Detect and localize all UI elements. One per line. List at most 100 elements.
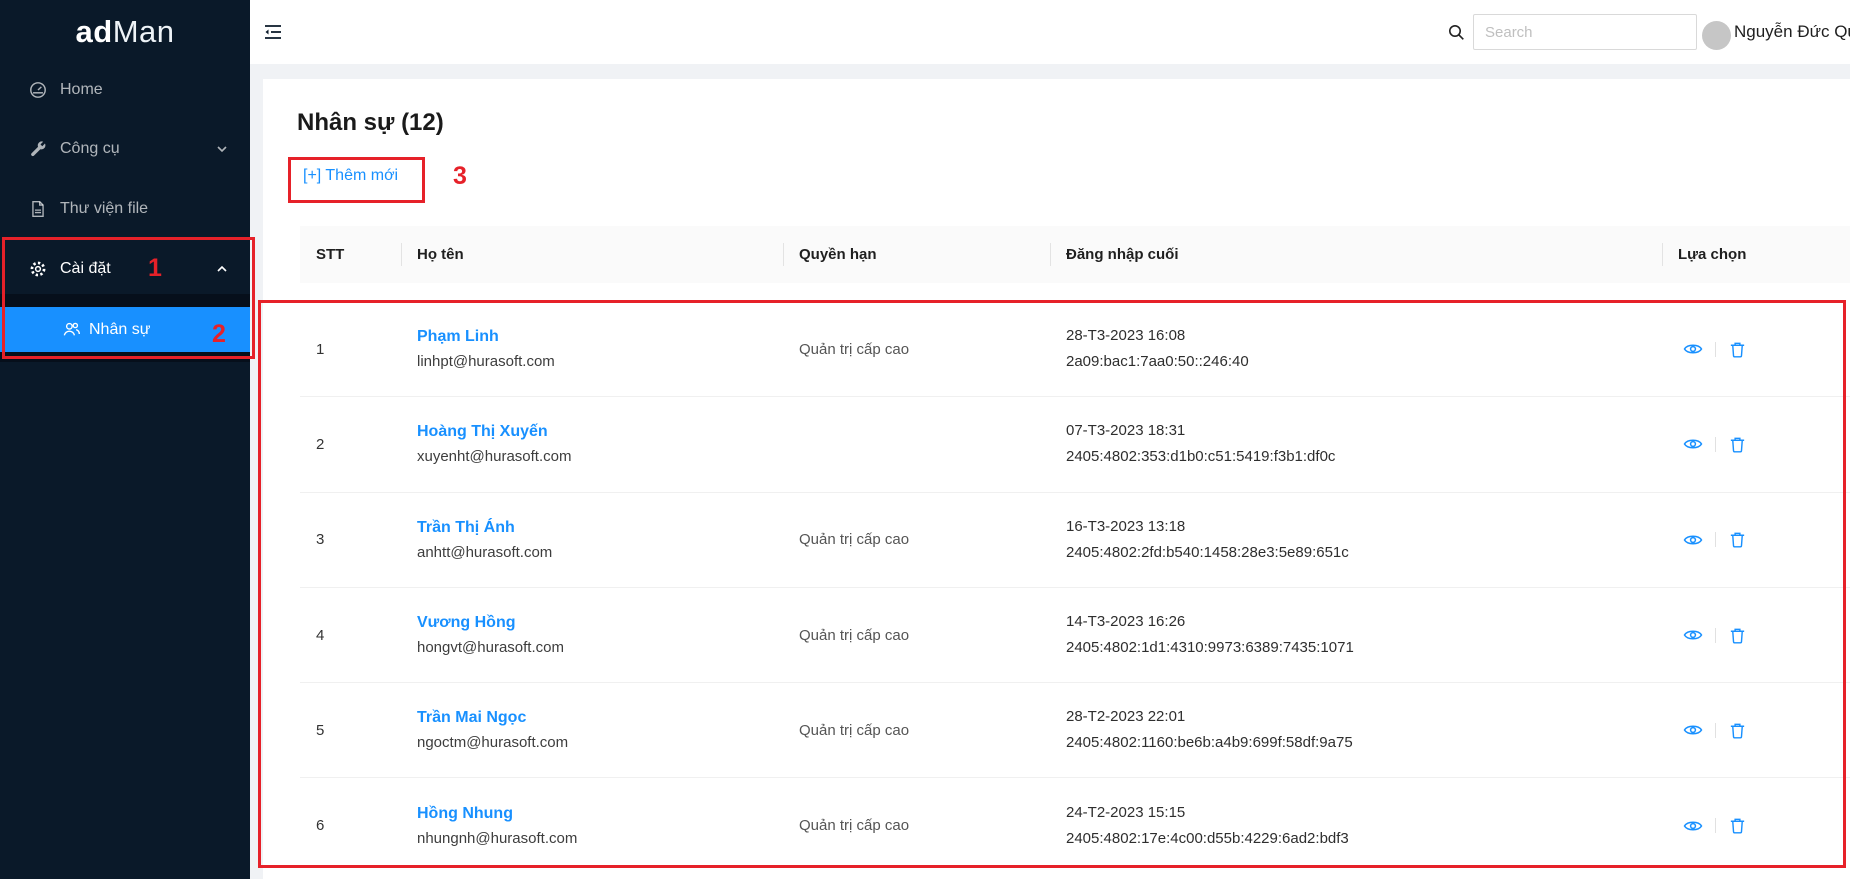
table-row: 1 Phạm Linh linhpt@hurasoft.com Quản trị…: [300, 302, 1850, 397]
settings-submenu: Nhân sự: [0, 294, 250, 362]
cell-stt: 6: [300, 817, 401, 834]
cell-actions: [1662, 816, 1850, 836]
column-header-role: Quyền hạn: [783, 226, 1050, 283]
last-login-time: 16-T3-2023 13:18: [1066, 514, 1662, 540]
person-email: anhtt@hurasoft.com: [417, 544, 783, 561]
cell-last-login: 07-T3-2023 18:31 2405:4802:353:d1b0:c51:…: [1050, 418, 1662, 470]
cell-actions: [1662, 625, 1850, 645]
eye-icon: [1683, 816, 1703, 836]
action-divider: [1715, 342, 1716, 357]
trash-icon: [1728, 340, 1747, 359]
cell-actions: [1662, 720, 1850, 740]
action-divider: [1715, 532, 1716, 547]
trash-icon: [1728, 721, 1747, 740]
sidebar-item-tools[interactable]: Công cụ: [0, 124, 250, 174]
sidebar-item-label: Nhân sự: [89, 321, 150, 339]
cell-name: Vương Hồng hongvt@hurasoft.com: [401, 614, 783, 656]
add-new-button[interactable]: [+] Thêm mới: [303, 167, 398, 185]
eye-icon: [1683, 625, 1703, 645]
table-row: 2 Hoàng Thị Xuyến xuyenht@hurasoft.com 0…: [300, 397, 1850, 492]
person-name-link[interactable]: Phạm Linh: [417, 328, 499, 346]
person-email: xuyenht@hurasoft.com: [417, 448, 783, 465]
sidebar: adMan Home Công cụ Thư viện file: [0, 0, 250, 879]
last-login-time: 28-T3-2023 16:08: [1066, 323, 1662, 349]
table-row: 5 Trần Mai Ngọc ngoctm@hurasoft.com Quản…: [300, 683, 1850, 778]
cell-last-login: 24-T2-2023 15:15 2405:4802:17e:4c00:d55b…: [1050, 800, 1662, 852]
eye-icon: [1683, 434, 1703, 454]
last-login-time: 14-T3-2023 16:26: [1066, 609, 1662, 635]
menu-fold-icon[interactable]: [263, 22, 283, 42]
cell-stt: 3: [300, 531, 401, 548]
view-button[interactable]: [1683, 530, 1703, 550]
cell-last-login: 28-T2-2023 22:01 2405:4802:1160:be6b:a4b…: [1050, 704, 1662, 756]
delete-button[interactable]: [1728, 339, 1748, 359]
trash-icon: [1728, 530, 1747, 549]
content-card: Nhân sự (12) [+] Thêm mới STT Họ tên Quy…: [263, 79, 1850, 879]
person-email: nhungnh@hurasoft.com: [417, 830, 783, 847]
delete-button[interactable]: [1728, 625, 1748, 645]
last-login-ip: 2405:4802:17e:4c00:d55b:4229:6ad2:bdf3: [1066, 826, 1662, 852]
chevron-up-icon: [216, 263, 228, 275]
sidebar-item-label: Cài đặt: [60, 260, 111, 278]
person-name-link[interactable]: Hoàng Thị Xuyến: [417, 423, 548, 441]
person-name-link[interactable]: Trần Mai Ngọc: [417, 709, 526, 727]
person-name-link[interactable]: Vương Hồng: [417, 614, 516, 632]
trash-icon: [1728, 435, 1747, 454]
search-icon: [1448, 24, 1465, 41]
app-logo: adMan: [0, 0, 250, 64]
action-divider: [1715, 437, 1716, 452]
avatar[interactable]: [1702, 21, 1731, 50]
delete-button[interactable]: [1728, 530, 1748, 550]
view-button[interactable]: [1683, 720, 1703, 740]
cell-actions: [1662, 339, 1850, 359]
view-button[interactable]: [1683, 434, 1703, 454]
username[interactable]: Nguyễn Đức Qu: [1734, 0, 1850, 64]
table-row: 6 Hồng Nhung nhungnh@hurasoft.com Quản t…: [300, 778, 1850, 872]
person-name-link[interactable]: Hồng Nhung: [417, 805, 513, 823]
last-login-time: 24-T2-2023 15:15: [1066, 800, 1662, 826]
sidebar-item-home[interactable]: Home: [0, 65, 250, 115]
cell-role: Quản trị cấp cao: [783, 817, 1050, 834]
eye-icon: [1683, 530, 1703, 550]
trash-icon: [1728, 626, 1747, 645]
view-button[interactable]: [1683, 625, 1703, 645]
sidebar-item-personnel[interactable]: Nhân sự: [0, 307, 250, 352]
cell-stt: 2: [300, 436, 401, 453]
sidebar-item-settings[interactable]: Cài đặt: [0, 244, 250, 294]
delete-button[interactable]: [1728, 434, 1748, 454]
eye-icon: [1683, 720, 1703, 740]
search-input[interactable]: [1473, 14, 1697, 50]
column-header-stt: STT: [300, 226, 401, 283]
column-header-lastlogin: Đăng nhập cuối: [1050, 226, 1662, 283]
cell-name: Hoàng Thị Xuyến xuyenht@hurasoft.com: [401, 423, 783, 465]
action-divider: [1715, 818, 1716, 833]
delete-button[interactable]: [1728, 720, 1748, 740]
last-login-ip: 2405:4802:353:d1b0:c51:5419:f3b1:df0c: [1066, 444, 1662, 470]
column-header-name: Họ tên: [401, 226, 783, 283]
chevron-down-icon: [216, 143, 228, 155]
cell-role: Quản trị cấp cao: [783, 722, 1050, 739]
cell-last-login: 28-T3-2023 16:08 2a09:bac1:7aa0:50::246:…: [1050, 323, 1662, 375]
delete-button[interactable]: [1728, 816, 1748, 836]
person-email: linhpt@hurasoft.com: [417, 353, 783, 370]
sidebar-item-file-library[interactable]: Thư viện file: [0, 184, 250, 234]
view-button[interactable]: [1683, 339, 1703, 359]
cell-actions: [1662, 434, 1850, 454]
column-header-actions: Lựa chọn: [1662, 226, 1850, 283]
file-icon: [29, 200, 47, 218]
cell-last-login: 14-T3-2023 16:26 2405:4802:1d1:4310:9973…: [1050, 609, 1662, 661]
last-login-ip: 2405:4802:1d1:4310:9973:6389:7435:1071: [1066, 635, 1662, 661]
cell-last-login: 16-T3-2023 13:18 2405:4802:2fd:b540:1458…: [1050, 514, 1662, 566]
view-button[interactable]: [1683, 816, 1703, 836]
action-divider: [1715, 723, 1716, 738]
dashboard-icon: [29, 81, 47, 99]
sidebar-item-label: Công cụ: [60, 140, 120, 158]
last-login-ip: 2405:4802:2fd:b540:1458:28e3:5e89:651c: [1066, 540, 1662, 566]
last-login-time: 07-T3-2023 18:31: [1066, 418, 1662, 444]
last-login-ip: 2405:4802:1160:be6b:a4b9:699f:58df:9a75: [1066, 730, 1662, 756]
logo-light-part: Man: [113, 14, 175, 50]
cell-role: Quản trị cấp cao: [783, 531, 1050, 548]
cell-name: Trần Thị Ánh anhtt@hurasoft.com: [401, 519, 783, 561]
person-name-link[interactable]: Trần Thị Ánh: [417, 519, 515, 537]
cell-actions: [1662, 530, 1850, 550]
